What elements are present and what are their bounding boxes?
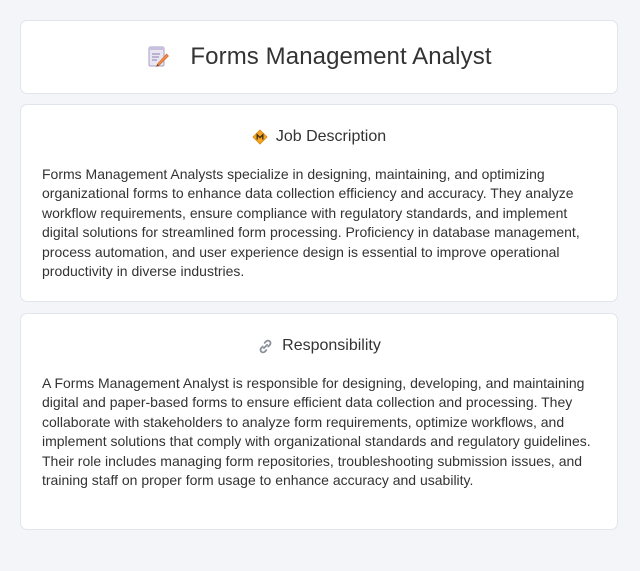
responsibility-title: Responsibility bbox=[282, 337, 381, 354]
job-description-text: Forms Management Analysts specialize in … bbox=[42, 166, 580, 280]
link-icon bbox=[257, 338, 274, 355]
job-description-card: Job Description Forms Management Analyst… bbox=[20, 104, 618, 302]
page-title: Forms Management Analyst bbox=[190, 43, 492, 70]
memo-pencil-icon bbox=[146, 45, 170, 69]
responsibility-card: Responsibility A Forms Management Analys… bbox=[20, 313, 618, 530]
title-card: Forms Management Analyst bbox=[20, 20, 618, 94]
diamond-badge-icon bbox=[252, 129, 268, 145]
job-description-title: Job Description bbox=[275, 128, 387, 145]
responsibility-header: Responsibility bbox=[21, 335, 617, 357]
responsibility-text: A Forms Management Analyst is responsibl… bbox=[42, 375, 591, 489]
job-description-header: Job Description bbox=[21, 126, 617, 148]
title-row: Forms Management Analyst bbox=[21, 21, 617, 93]
